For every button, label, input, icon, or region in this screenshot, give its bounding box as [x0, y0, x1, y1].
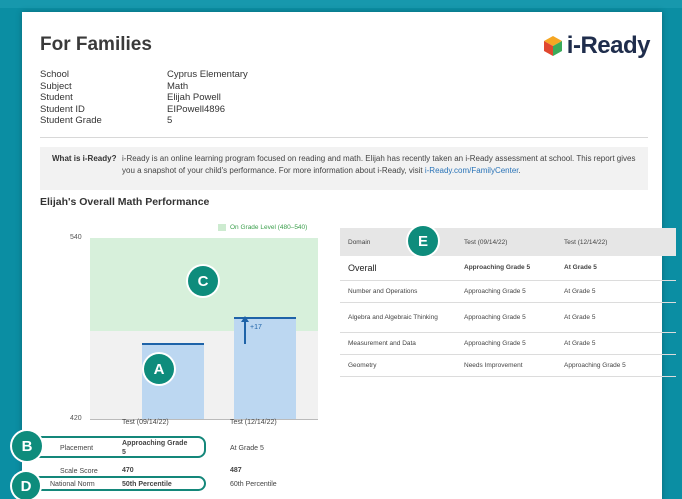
- top-accent-bar: [0, 0, 682, 8]
- domain-cell: Algebra and Algebraic Thinking: [340, 302, 456, 333]
- domain-cell: Measurement and Data: [340, 332, 456, 355]
- report-page: For Families i-Ready School Cyprus Eleme…: [22, 12, 676, 499]
- result-cell: Approaching Grade 5: [456, 256, 556, 281]
- table-row: Measurement and Data Approaching Grade 5…: [340, 332, 676, 355]
- x-tick-label: Test (09/14/22): [122, 419, 169, 426]
- growth-label: +17: [250, 323, 262, 331]
- column-header: Test (09/14/22): [456, 228, 556, 256]
- result-cell: Needs Improvement: [456, 354, 556, 377]
- table-row: Number and Operations Approaching Grade …: [340, 280, 676, 303]
- y-tick-label: 420: [70, 415, 82, 422]
- result-cell: At Grade 5: [556, 256, 676, 281]
- score-line-test-1: [142, 342, 204, 345]
- result-cell: Approaching Grade 5: [456, 280, 556, 303]
- domain-cell: Number and Operations: [340, 280, 456, 303]
- growth-arrow-head-icon: [241, 315, 249, 322]
- chart-legend: On Grade Level (480–540): [218, 224, 307, 231]
- placement-highlight: [30, 436, 206, 458]
- callout-badge-e: E: [408, 226, 438, 256]
- callout-badge-d: D: [12, 472, 40, 499]
- domain-cell: Overall: [340, 256, 456, 281]
- legend-label: On Grade Level (480–540): [230, 224, 308, 231]
- column-header: Test (12/14/22): [556, 228, 676, 256]
- result-cell: Approaching Grade 5: [556, 354, 676, 377]
- domain-table: Domain Test (09/14/22) Test (12/14/22) O…: [340, 228, 676, 377]
- callout-badge-c: C: [188, 266, 218, 296]
- column-header: Domain: [340, 228, 456, 256]
- result-cell: Approaching Grade 5: [456, 302, 556, 333]
- result-cell: At Grade 5: [556, 280, 676, 303]
- scale-score-label: Scale Score: [60, 468, 98, 475]
- scale-score-test-1: 470: [122, 467, 134, 474]
- growth-arrow-icon: [244, 321, 246, 344]
- legend-swatch: [218, 224, 226, 231]
- table-row: Overall Approaching Grade 5 At Grade 5: [340, 256, 676, 281]
- national-norm-highlight: [30, 476, 206, 491]
- table-row: Algebra and Algebraic Thinking Approachi…: [340, 302, 676, 333]
- scale-score-test-2: 487: [230, 467, 242, 474]
- result-cell: At Grade 5: [556, 302, 676, 333]
- domain-cell: Geometry: [340, 354, 456, 377]
- callout-badge-b: B: [12, 431, 42, 461]
- result-cell: At Grade 5: [556, 332, 676, 355]
- table-header-row: Domain Test (09/14/22) Test (12/14/22): [340, 228, 676, 256]
- x-tick-label: Test (12/14/22): [230, 419, 277, 426]
- result-cell: Approaching Grade 5: [456, 332, 556, 355]
- table-row: Geometry Needs Improvement Approaching G…: [340, 354, 676, 377]
- national-norm-test-2: 60th Percentile: [230, 481, 277, 488]
- placement-test-2: At Grade 5: [230, 445, 264, 452]
- y-tick-label: 540: [70, 234, 82, 241]
- callout-badge-a: A: [144, 354, 174, 384]
